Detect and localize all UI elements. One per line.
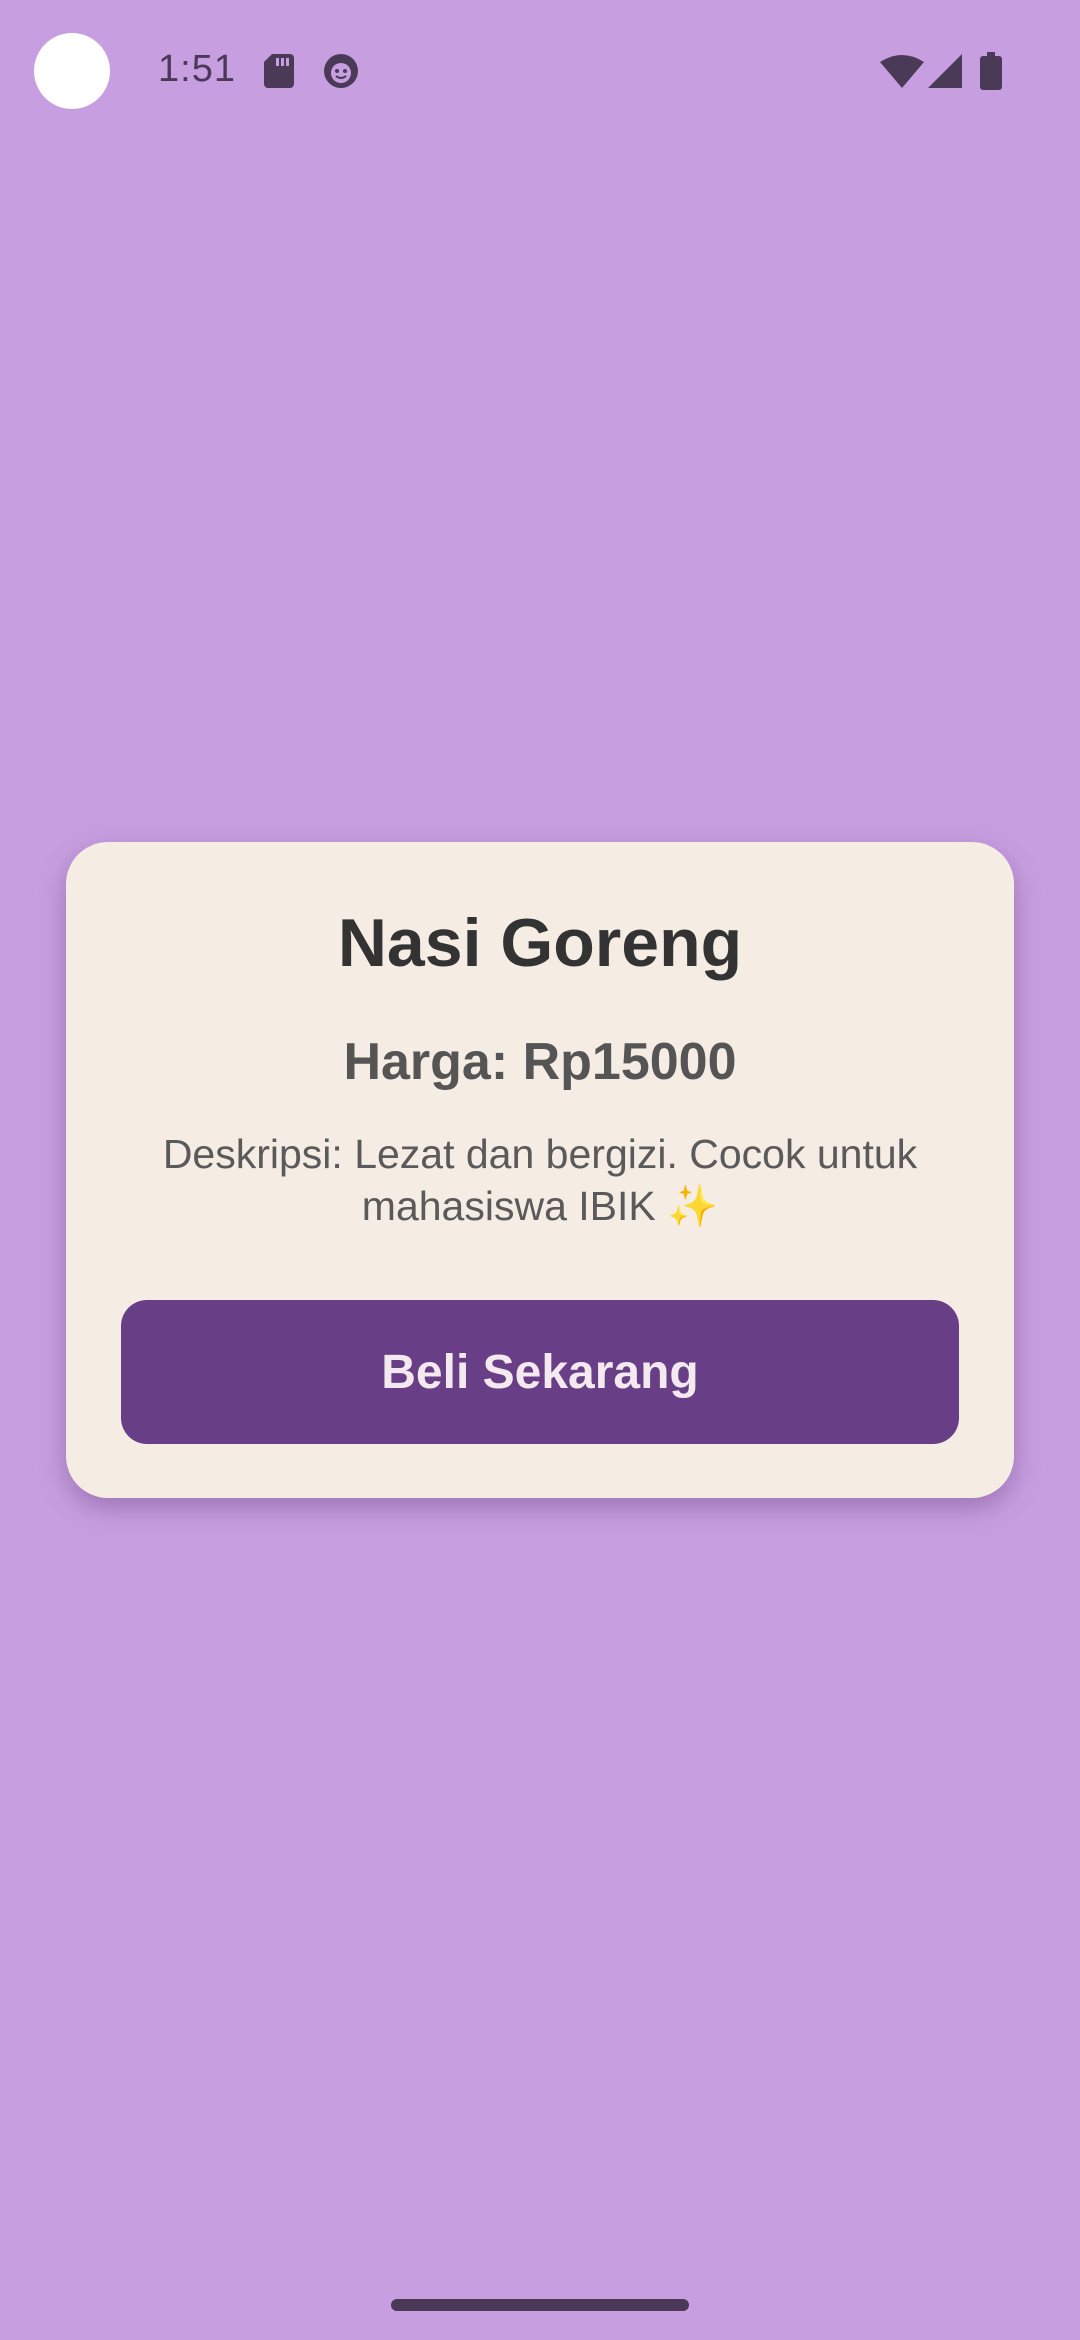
status-time: 1:51 (158, 48, 236, 90)
wifi-icon (880, 54, 924, 88)
product-card: Nasi Goreng Harga: Rp15000 Deskripsi: Le… (66, 842, 1014, 1498)
product-description: Deskripsi: Lezat dan bergizi. Cocok untu… (162, 1131, 918, 1229)
battery-icon (980, 52, 1002, 90)
status-bar: 1:51 (0, 0, 1080, 140)
navigation-gesture-handle[interactable] (391, 2299, 689, 2311)
product-price: Harga: Rp15000 (343, 1033, 737, 1091)
sd-card-icon (264, 54, 294, 88)
app-screen: 1:51 Nasi Goreng Harga: Rp15000 Deskrips… (0, 0, 1080, 2340)
buy-now-button[interactable]: Beli Sekarang (121, 1300, 959, 1444)
product-name: Nasi Goreng (337, 905, 743, 981)
camera-cutout (34, 33, 110, 109)
cellular-signal-icon (928, 54, 962, 88)
face-icon (322, 52, 360, 90)
